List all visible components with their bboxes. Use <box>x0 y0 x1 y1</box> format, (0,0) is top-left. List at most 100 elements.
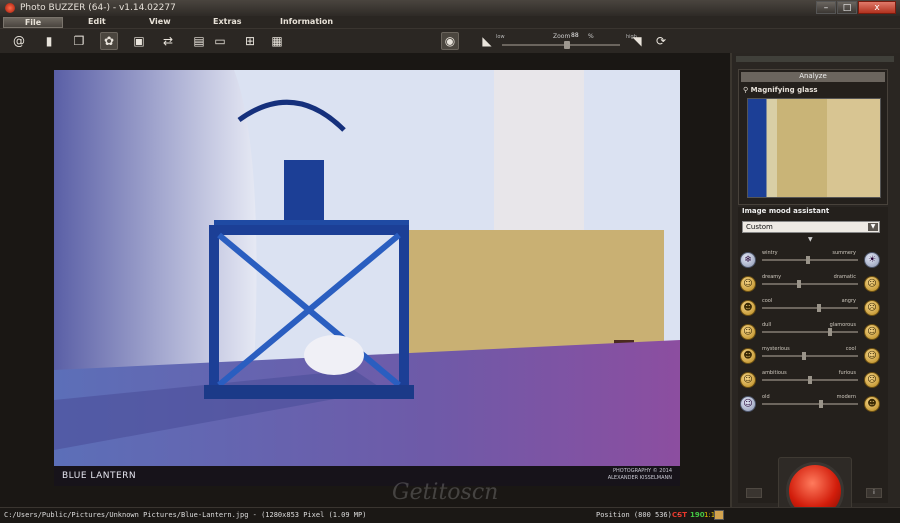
ambitious-face-icon: ☺ <box>740 372 756 388</box>
chevron-down-icon[interactable]: ▼ <box>868 223 878 231</box>
right-panel: Analyze ⚲ Magnifying glass Image mood as… <box>730 53 900 523</box>
mood-row-ambitious-furious: ☺ ambitious furious ☹ <box>738 369 888 391</box>
mood-label-left: dreamy <box>762 274 782 280</box>
zoom-value[interactable]: 88 <box>571 32 579 39</box>
convert-icon[interactable]: ⇄ <box>159 32 177 50</box>
watermark: Getitoscn <box>392 480 499 505</box>
furious-face-icon: ☹ <box>864 372 880 388</box>
menu-edit[interactable]: Edit <box>88 17 106 26</box>
mood-slider-thumb[interactable] <box>828 328 833 336</box>
photo-credit-line2: ALEXANDER KISSELMANN <box>607 475 672 481</box>
mood-label-left: cool <box>762 298 773 304</box>
mood-slider-thumb[interactable] <box>796 280 801 288</box>
mood-row-dreamy-dramatic: ☺ dreamy dramatic ☹ <box>738 273 888 295</box>
mood-preset-select[interactable]: Custom ▼ <box>742 221 880 233</box>
mood-preset-value: Custom <box>746 223 773 231</box>
zoom-slider[interactable] <box>502 44 620 46</box>
photo-title: BLUE LANTERN <box>62 471 137 481</box>
menu-file[interactable]: File <box>3 17 63 28</box>
mood-label-right: glamorous <box>829 322 856 328</box>
menu-extras[interactable]: Extras <box>213 17 242 26</box>
fingerprint-icon[interactable]: ◉ <box>441 32 459 50</box>
cool-face-icon: ☺ <box>864 348 880 364</box>
mood-row-mysterious-cool: ☻ mysterious cool ☺ <box>738 345 888 367</box>
menu-bar: File Edit View Extras Information <box>0 16 900 29</box>
app-logo-icon <box>5 3 15 13</box>
mood-slider-thumb[interactable] <box>817 304 822 312</box>
magnifier-icon: ⚲ <box>743 86 751 94</box>
previous-button[interactable] <box>746 488 762 498</box>
mood-label-left: old <box>762 394 770 400</box>
mood-assistant-title: Image mood assistant <box>742 207 830 215</box>
photo-preview[interactable] <box>54 70 680 486</box>
at-icon[interactable]: @ <box>10 32 28 50</box>
expand-chevron-icon[interactable]: ▼ <box>808 236 813 243</box>
crop-icon[interactable]: ⊞ <box>241 32 259 50</box>
save-icon[interactable]: ▣ <box>130 32 148 50</box>
magnifier-preview[interactable] <box>747 98 881 198</box>
panel-header-bar <box>736 56 894 62</box>
mood-label-left: mysterious <box>762 346 790 352</box>
refresh-icon[interactable]: ⟳ <box>652 32 670 50</box>
file-path-status: C:/Users/Public/Pictures/Unknown Picture… <box>4 511 367 519</box>
color-swatch <box>714 510 724 520</box>
magnifying-glass-label: Magnifying glass <box>750 86 818 94</box>
menu-information[interactable]: Information <box>280 17 333 26</box>
title-bar: Photo BUZZER (64-) - v1.14.02277 – □ x <box>0 0 900 16</box>
mood-label-right: summery <box>832 250 856 256</box>
angry-face-icon: ☹ <box>864 300 880 316</box>
mood-label-right: modern <box>836 394 856 400</box>
mood-row-dull-glamorous: ☺ dull glamorous ☺ <box>738 321 888 343</box>
tab-analyze[interactable]: Analyze <box>741 72 885 82</box>
close-button[interactable]: x <box>858 1 896 14</box>
mood-slider-thumb[interactable] <box>819 400 824 408</box>
zoom-control: low Zoom 88 % high <box>480 32 650 50</box>
mood-row-cool-angry: ☻ cool angry ☹ <box>738 297 888 319</box>
photo-credit: PHOTOGRAPHY © 2014 ALEXANDER KISSELMANN <box>608 468 672 482</box>
mood-slider[interactable] <box>762 331 858 333</box>
dreamy-face-icon: ☺ <box>740 276 756 292</box>
histogram-icon[interactable]: ▦ <box>268 32 286 50</box>
print-icon[interactable]: ▭ <box>211 32 229 50</box>
mood-slider[interactable] <box>762 355 858 357</box>
mood-slider-thumb[interactable] <box>808 376 812 384</box>
analyze-panel: Analyze ⚲ Magnifying glass <box>738 69 888 205</box>
cst-indicator: CST <box>672 511 688 519</box>
zoom-unit: % <box>588 33 594 40</box>
copy-icon[interactable]: ❐ <box>70 32 88 50</box>
dull-face-icon: ☺ <box>740 324 756 340</box>
mood-label-left: wintry <box>762 250 778 256</box>
mood-label-right: dramatic <box>833 274 856 280</box>
maximize-button[interactable]: □ <box>837 1 857 14</box>
dramatic-face-icon: ☹ <box>864 276 880 292</box>
mood-row-old-modern: ☺ old modern ☻ <box>738 393 888 415</box>
photo-credit-line1: PHOTOGRAPHY © 2014 <box>613 468 672 474</box>
mood-slider[interactable] <box>762 307 858 309</box>
info-button[interactable]: i <box>866 488 882 498</box>
mood-slider-thumb[interactable] <box>806 256 811 264</box>
mood-label-left: dull <box>762 322 772 328</box>
mood-label-right: furious <box>838 370 856 376</box>
new-document-icon[interactable]: ▮ <box>40 32 58 50</box>
sun-icon: ☀ <box>864 252 880 268</box>
mood-slider[interactable] <box>762 283 858 285</box>
mood-slider[interactable] <box>762 403 858 405</box>
window-title: Photo BUZZER (64-) - v1.14.02277 <box>20 3 176 13</box>
zoom-label: Zoom <box>553 33 571 40</box>
mood-label-right: angry <box>841 298 856 304</box>
puzzle-icon[interactable]: ✿ <box>100 32 118 50</box>
fit-right-icon[interactable]: ◥ <box>628 32 646 50</box>
status-bar: C:/Users/Public/Pictures/Unknown Picture… <box>0 507 900 523</box>
zoom-slider-thumb[interactable] <box>564 41 570 49</box>
window-controls: – □ x <box>816 1 896 14</box>
value-indicator: 190 <box>690 511 705 519</box>
menu-view[interactable]: View <box>149 17 171 26</box>
minimize-button[interactable]: – <box>816 1 836 14</box>
photo-caption-bar: BLUE LANTERN PHOTOGRAPHY © 2014 ALEXANDE… <box>54 466 680 486</box>
cool-face-icon: ☻ <box>740 300 756 316</box>
mood-row-wintry-summery: ❄ wintry summery ☀ <box>738 249 888 271</box>
magnifying-glass-title: ⚲ Magnifying glass <box>743 86 818 94</box>
mood-slider-thumb[interactable] <box>802 352 807 360</box>
cursor-position: Position (800 536) - <box>596 511 681 519</box>
layers-icon[interactable]: ▤ <box>190 32 208 50</box>
